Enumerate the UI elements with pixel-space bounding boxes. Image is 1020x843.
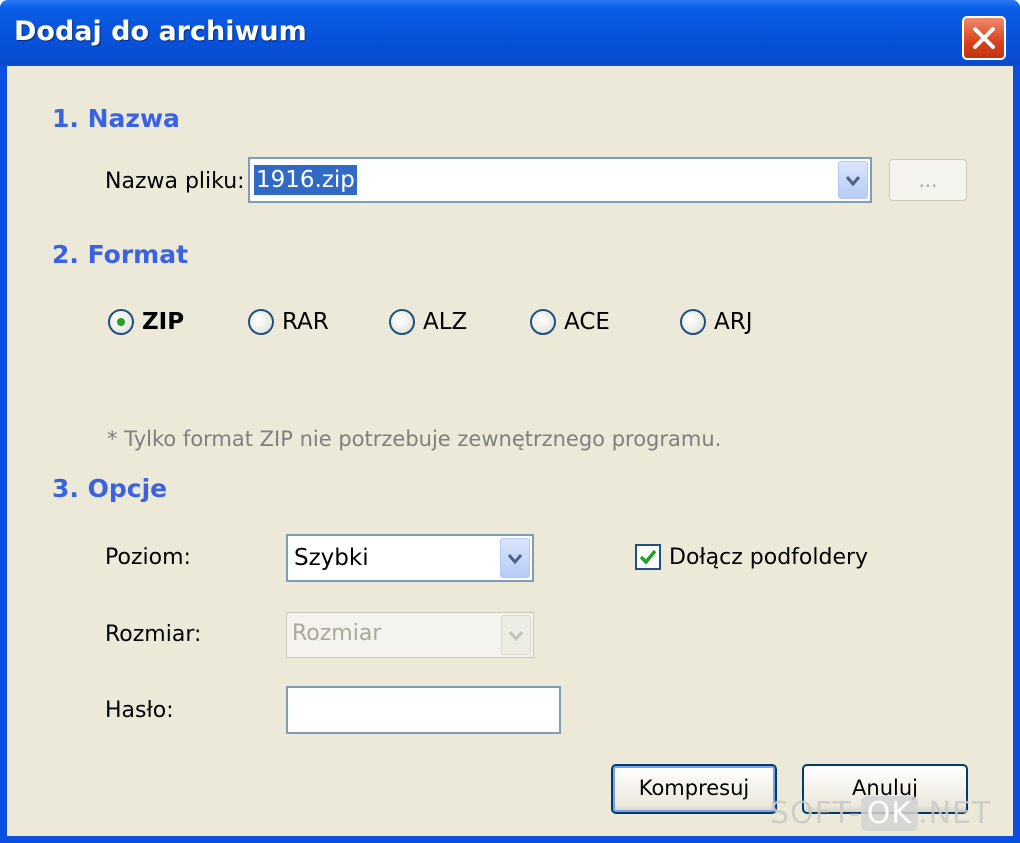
radio-button-icon[interactable] [389,309,415,335]
radio-button-icon[interactable] [530,309,556,335]
subfolders-checkbox-row[interactable]: Dołącz podfoldery [635,544,868,570]
title-bar[interactable]: Dodaj do archiwum [0,0,1020,66]
subfolders-checkbox[interactable] [635,544,661,570]
size-label: Rozmiar: [105,622,202,647]
level-value: Szybki [294,545,369,571]
section-heading-format: 2. Format [52,240,189,269]
level-dropdown-button[interactable] [500,538,530,578]
format-radio-alz[interactable]: ALZ [389,309,467,335]
password-input[interactable] [286,686,561,734]
checkmark-icon [639,549,657,565]
size-select: Rozmiar [286,612,534,658]
level-label: Poziom: [105,545,191,570]
radio-button-icon[interactable] [680,309,706,335]
filename-input[interactable]: 1916.zip [254,165,357,195]
filename-dropdown-button[interactable] [838,161,868,199]
format-radio-label: RAR [282,309,329,335]
size-value: Rozmiar [292,621,382,646]
filename-label: Nazwa pliku: [105,169,245,194]
radio-button-icon[interactable] [248,309,274,335]
format-radio-label: ACE [564,309,610,335]
compress-button[interactable]: Kompresuj [611,764,777,814]
close-button[interactable] [962,16,1006,60]
size-dropdown-button [501,615,531,655]
format-radio-ace[interactable]: ACE [530,309,610,335]
chevron-down-icon [507,554,523,565]
chevron-down-icon [508,631,524,642]
format-note: * Tylko format ZIP nie potrzebuje zewnęt… [107,427,722,451]
filename-combobox[interactable]: 1916.zip [248,157,872,203]
subfolders-label: Dołącz podfoldery [669,544,869,570]
format-radio-zip[interactable]: ZIP [108,309,184,335]
dialog-body: 1. Nazwa Nazwa pliku: 1916.zip ... 2. Fo… [7,66,1013,836]
watermark-logo: SOFT- OK .NET [770,796,992,831]
level-select[interactable]: Szybki [286,534,534,582]
format-radio-label: ZIP [142,309,185,335]
dialog-window: Dodaj do archiwum 1. Nazwa Nazwa pliku: … [0,0,1020,843]
chevron-down-icon [845,176,861,187]
close-icon [973,27,995,49]
format-radio-arj[interactable]: ARJ [680,309,753,335]
password-label: Hasło: [105,698,174,723]
format-radio-rar[interactable]: RAR [248,309,329,335]
format-radio-label: ALZ [423,309,468,335]
radio-button-icon[interactable] [108,309,134,335]
section-heading-name: 1. Nazwa [52,104,180,133]
window-title: Dodaj do archiwum [14,16,307,47]
section-heading-options: 3. Opcje [52,474,168,503]
format-radio-label: ARJ [714,309,753,335]
browse-button[interactable]: ... [889,159,967,201]
